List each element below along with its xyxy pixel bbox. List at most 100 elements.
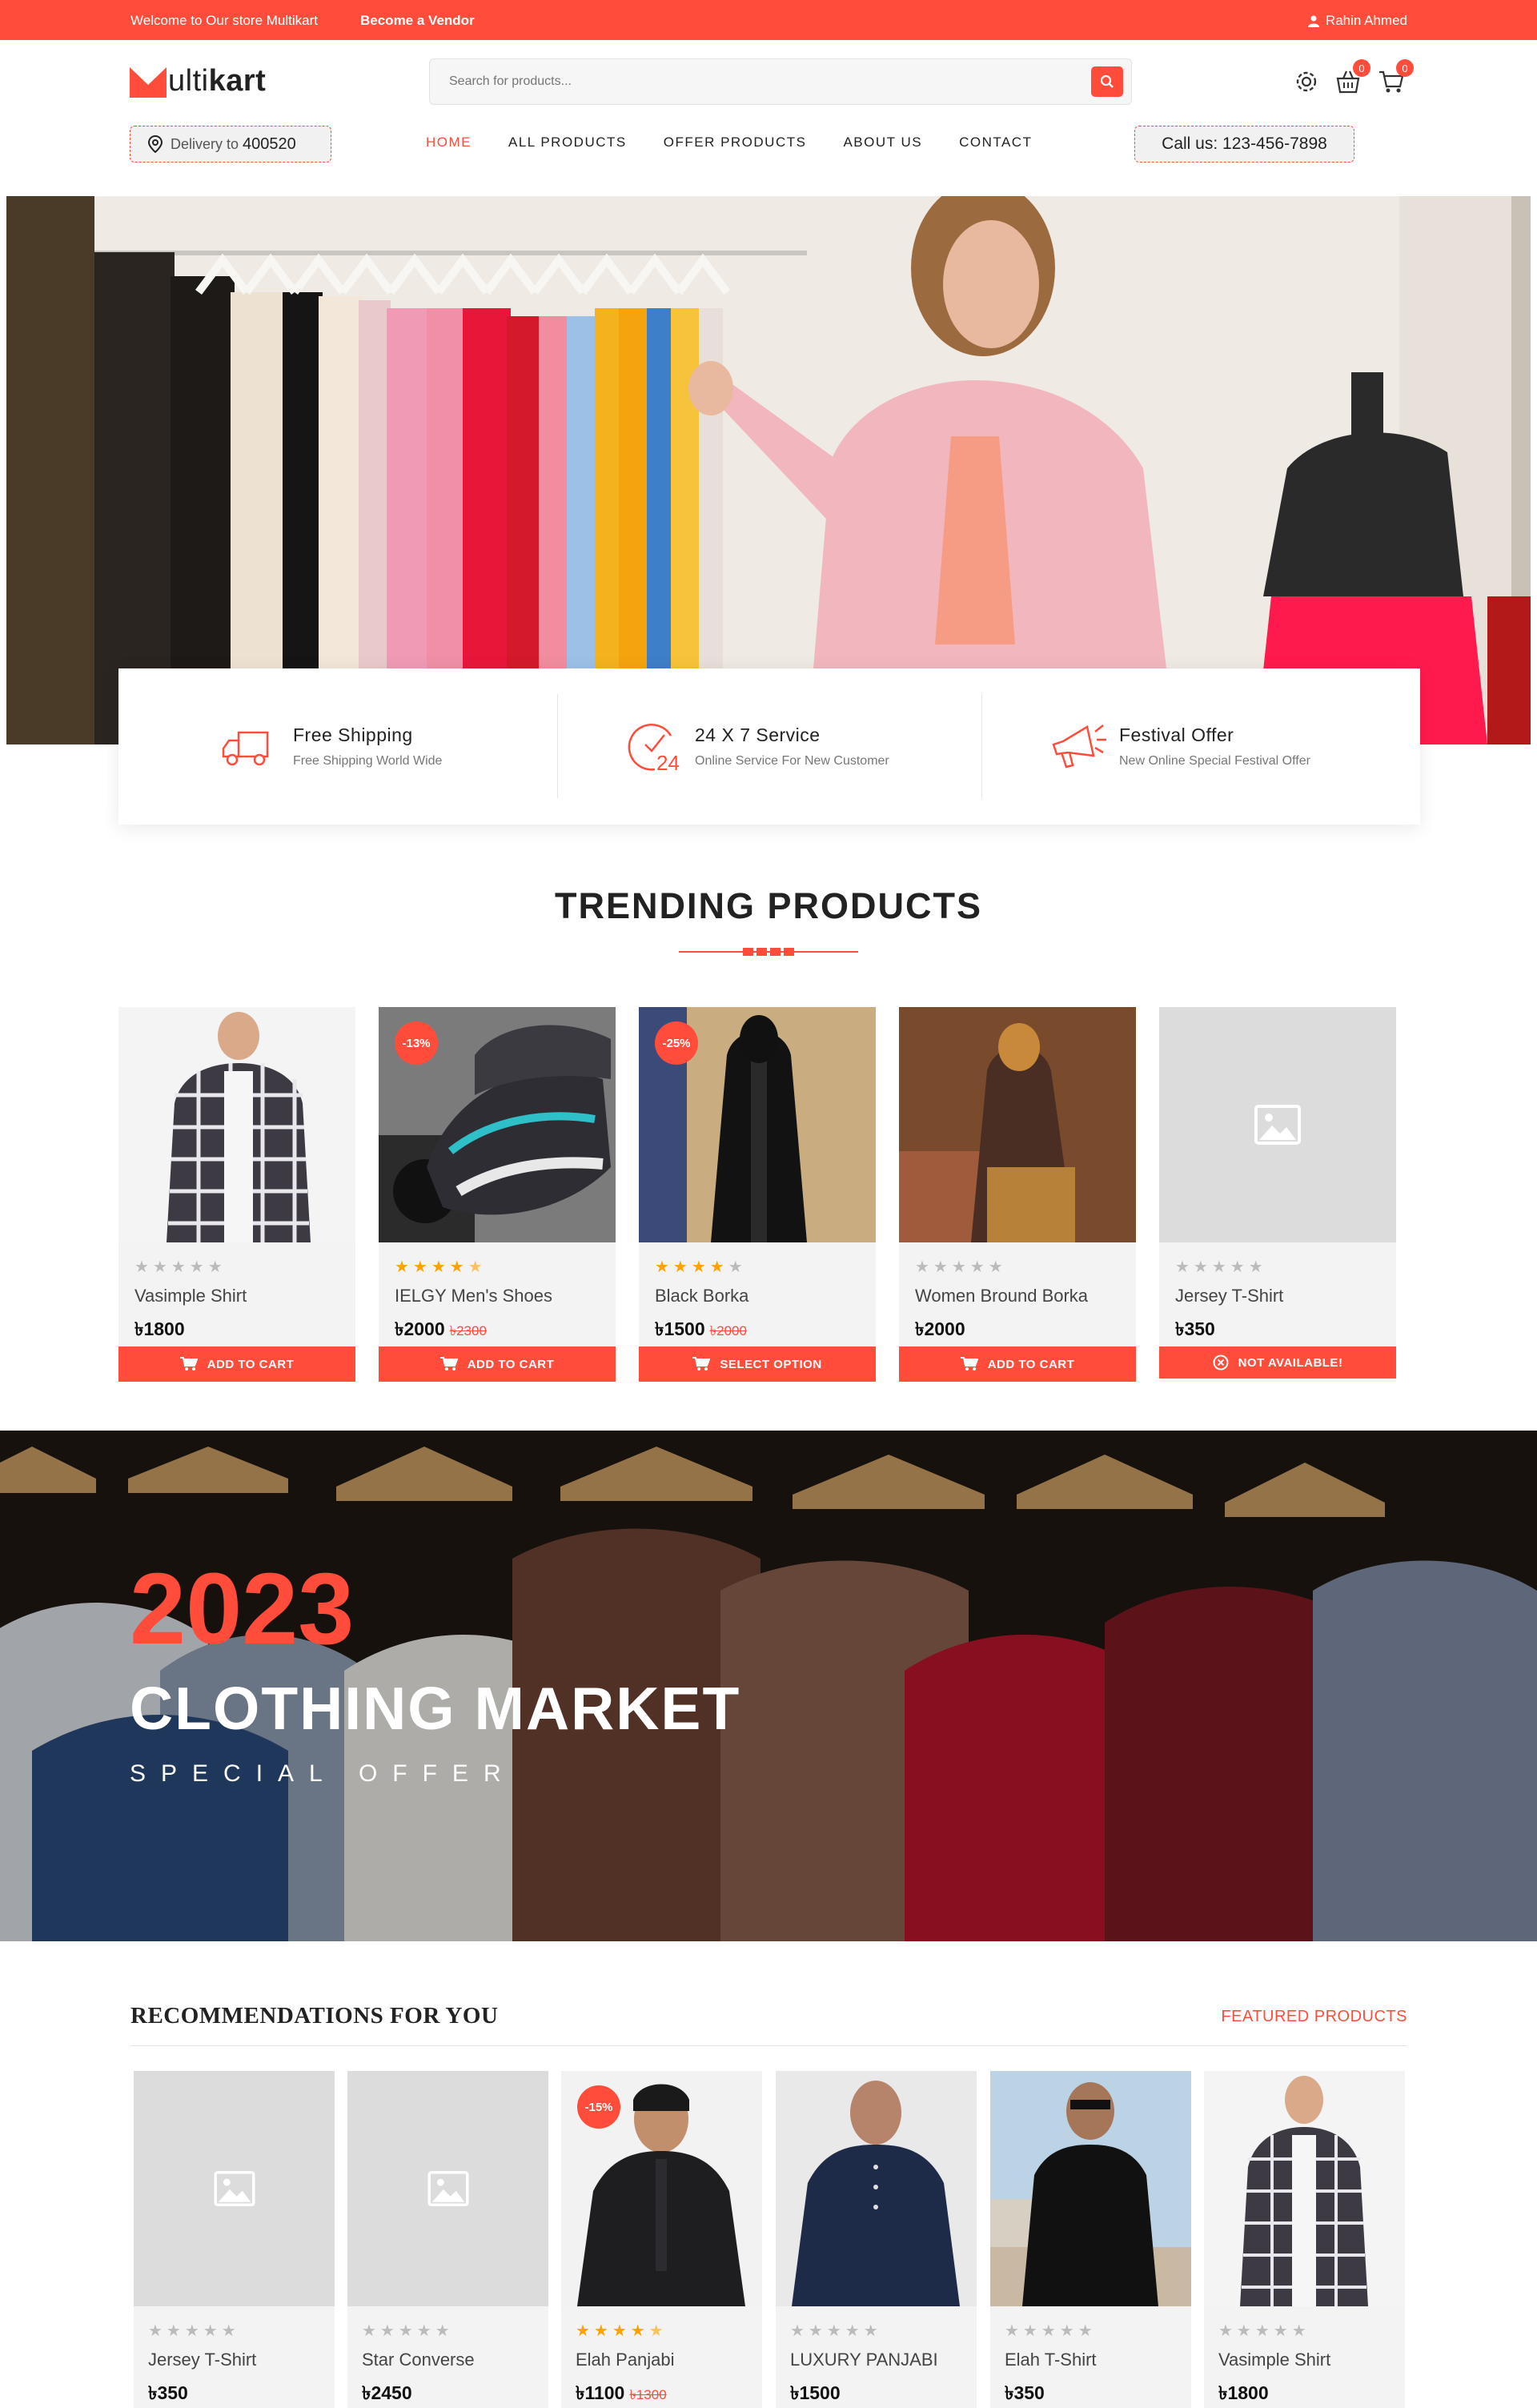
title-underline-dots	[743, 948, 794, 956]
select-option-button[interactable]: SELECT OPTION	[639, 1346, 876, 1382]
not-available-button[interactable]: NOT AVAILABLE!	[1159, 1346, 1396, 1379]
cart-count-badge: 0	[1396, 59, 1414, 77]
product-image[interactable]	[1204, 2071, 1405, 2306]
product-price: ৳2000 ৳2300	[395, 1318, 487, 1339]
settings-button[interactable]	[1290, 66, 1322, 98]
product-name[interactable]: Elah Panjabi	[576, 2350, 675, 2370]
wishlist-count-badge: 0	[1353, 59, 1370, 77]
search-input[interactable]	[449, 59, 1057, 104]
product-image-placeholder[interactable]	[1159, 1007, 1396, 1242]
product-image[interactable]: -25%	[639, 1007, 876, 1242]
nav-all-products[interactable]: ALL PRODUCTS	[508, 134, 627, 150]
nav-offer-products[interactable]: OFFER PRODUCTS	[664, 134, 807, 150]
product-name[interactable]: Vasimple Shirt	[134, 1286, 247, 1306]
product-card[interactable]: ★★★★★ Star Converse ৳2450	[347, 2071, 548, 2408]
cart-icon	[179, 1357, 198, 1371]
product-image[interactable]	[899, 1007, 1136, 1242]
recommendations-title: RECOMMENDATIONS FOR YOU	[130, 2003, 499, 2029]
wishlist-button[interactable]: 0	[1332, 59, 1370, 98]
product-price: ৳350	[1005, 2382, 1045, 2403]
cart-icon	[960, 1357, 978, 1371]
product-image-placeholder[interactable]	[134, 2071, 335, 2306]
site-logo[interactable]: ultikart	[130, 64, 266, 98]
product-name[interactable]: Jersey T-Shirt	[148, 2350, 256, 2370]
svg-text:24: 24	[656, 751, 680, 775]
add-to-cart-button[interactable]: ADD TO CART	[379, 1346, 616, 1382]
product-card[interactable]: -13% ★★★★★ IELGY Men's Shoes ৳2000 ৳2300 …	[379, 1007, 616, 1382]
search-button[interactable]	[1091, 66, 1123, 97]
product-card[interactable]: ★★★★★ LUXURY PANJABI ৳1500	[776, 2071, 977, 2408]
services-strip: Free Shipping Free Shipping World Wide 2…	[118, 668, 1420, 825]
cart-button[interactable]: 0	[1375, 59, 1414, 98]
old-price: ৳2000	[709, 1323, 747, 1338]
rating-stars: ★★★★★	[1218, 2322, 1310, 2340]
service-title: Free Shipping	[293, 724, 413, 745]
featured-products-tab[interactable]: FEATURED PRODUCTS	[1221, 2008, 1407, 2026]
service-title: Festival Offer	[1119, 724, 1234, 745]
product-price: ৳350	[148, 2382, 188, 2403]
banner-text: 2023 CLOTHING MARKET SPECIAL OFFER	[130, 1559, 740, 1788]
rating-stars: ★★★★★	[915, 1258, 1007, 1276]
service-title: 24 X 7 Service	[695, 724, 821, 745]
discount-badge: -15%	[577, 2085, 620, 2129]
rating-stars: ★★★★★	[362, 2322, 454, 2340]
image-placeholder-icon	[1254, 1105, 1301, 1145]
service-subtitle: Free Shipping World Wide	[293, 754, 443, 768]
logo-text: ultikart	[168, 64, 267, 98]
user-name: Rahin Ahmed	[1325, 13, 1407, 28]
product-image[interactable]	[118, 1007, 355, 1242]
product-name[interactable]: IELGY Men's Shoes	[395, 1286, 552, 1306]
add-to-cart-button[interactable]: ADD TO CART	[118, 1346, 355, 1382]
gear-icon	[1296, 71, 1317, 92]
product-card[interactable]: ★★★★★ Women Bround Borka ৳2000 ADD TO CA…	[899, 1007, 1136, 1382]
product-image-placeholder[interactable]	[347, 2071, 548, 2306]
nav-contact[interactable]: CONTACT	[959, 134, 1032, 150]
product-name[interactable]: Jersey T-Shirt	[1175, 1286, 1283, 1306]
clock-24-icon: 24	[628, 723, 680, 775]
product-price: ৳2000	[915, 1318, 965, 1339]
product-name[interactable]: LUXURY PANJABI	[790, 2350, 938, 2370]
product-price: ৳1100 ৳1300	[576, 2382, 667, 2403]
product-image[interactable]: -15%	[561, 2071, 762, 2306]
cart-icon	[439, 1357, 458, 1371]
product-card[interactable]: -15% ★★★★★ Elah Panjabi ৳1100 ৳1300	[561, 2071, 762, 2408]
product-card[interactable]: ★★★★★ Vasimple Shirt ৳1800	[1204, 2071, 1405, 2408]
product-name[interactable]: Women Bround Borka	[915, 1286, 1088, 1306]
hero-banner-image	[6, 196, 1531, 744]
product-name[interactable]: Elah T-Shirt	[1005, 2350, 1097, 2370]
section-divider	[130, 2045, 1407, 2046]
add-to-cart-button[interactable]: ADD TO CART	[899, 1346, 1136, 1382]
become-vendor-link[interactable]: Become a Vendor	[360, 13, 475, 29]
user-account-link[interactable]: Rahin Ahmed	[1307, 13, 1407, 29]
product-price: ৳350	[1175, 1318, 1215, 1339]
product-image[interactable]	[776, 2071, 977, 2306]
product-image[interactable]: -13%	[379, 1007, 616, 1242]
product-card[interactable]: ★★★★★ Vasimple Shirt ৳1800 ADD TO CART	[118, 1007, 355, 1382]
nav-about-us[interactable]: ABOUT US	[843, 134, 922, 150]
product-card[interactable]: ★★★★★ Jersey T-Shirt ৳350 NOT AVAILABLE!	[1159, 1007, 1396, 1382]
product-image[interactable]	[990, 2071, 1191, 2306]
product-name[interactable]: Star Converse	[362, 2350, 475, 2370]
top-bar: Welcome to Our store Multikart Become a …	[0, 0, 1537, 40]
rating-stars: ★★★★★	[1175, 1258, 1267, 1276]
service-subtitle: Online Service For New Customer	[695, 754, 889, 768]
old-price: ৳1300	[629, 2387, 667, 2402]
rating-stars: ★★★★★	[655, 1258, 747, 1276]
product-name[interactable]: Black Borka	[655, 1286, 748, 1306]
service-festival-offer: Festival Offer New Online Special Festiv…	[1047, 668, 1310, 825]
product-price: ৳2450	[362, 2382, 412, 2403]
banner-year: 2023	[130, 1552, 355, 1665]
delivery-location-button[interactable]: Delivery to 400520	[130, 126, 331, 163]
product-card[interactable]: -25% ★★★★★ Black Borka ৳1500 ৳2000 SELECT…	[639, 1007, 876, 1382]
welcome-text: Welcome to Our store Multikart	[130, 13, 318, 28]
nav-home[interactable]: HOME	[426, 134, 472, 150]
search-icon	[1100, 74, 1114, 88]
product-card[interactable]: ★★★★★ Elah T-Shirt ৳350	[990, 2071, 1191, 2408]
product-name[interactable]: Vasimple Shirt	[1218, 2350, 1330, 2370]
call-us-button[interactable]: Call us: 123-456-7898	[1134, 126, 1354, 163]
service-24x7: 24 24 X 7 Service Online Service For New…	[623, 668, 889, 825]
banner-title: CLOTHING MARKET	[130, 1675, 741, 1742]
product-card[interactable]: ★★★★★ Jersey T-Shirt ৳350	[134, 2071, 335, 2408]
product-price: ৳1500 ৳2000	[655, 1318, 747, 1339]
discount-badge: -13%	[395, 1021, 438, 1065]
